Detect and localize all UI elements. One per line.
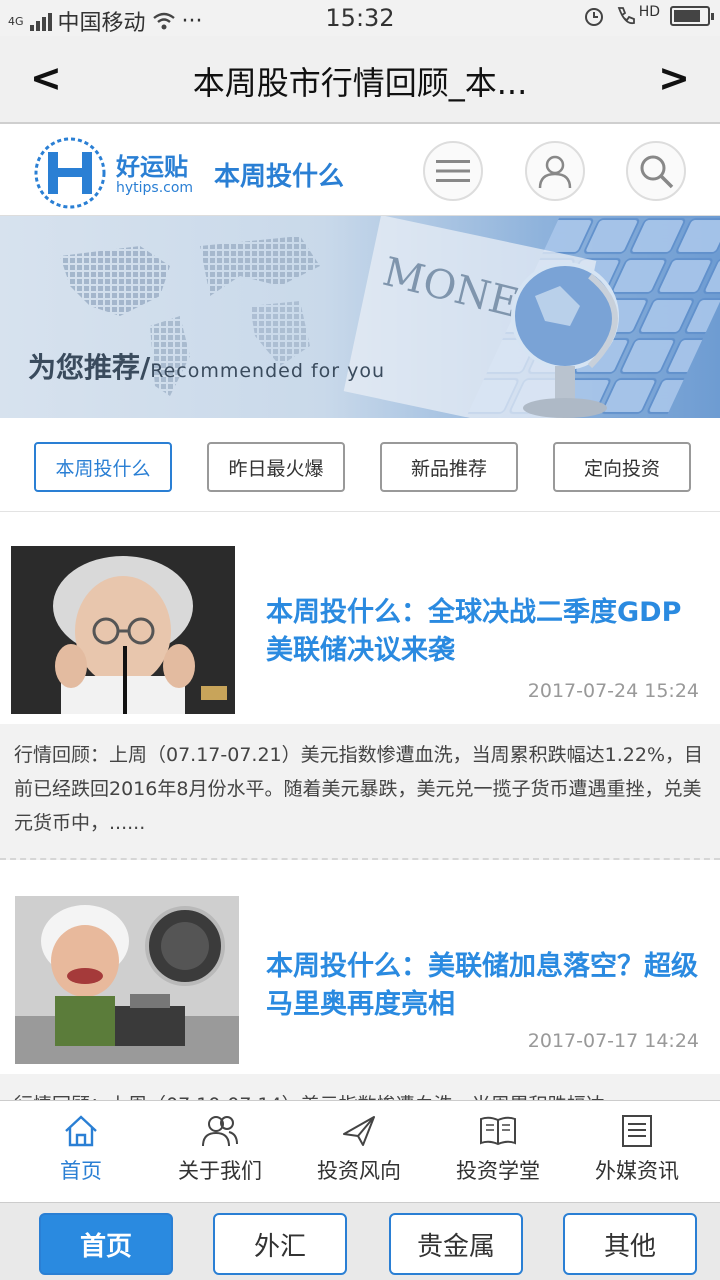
article-title[interactable]: 本周投什么：全球决战二季度GDP美联储决议来袭 — [266, 594, 706, 670]
banner-caption-en: Recommended for you — [150, 360, 386, 382]
nav-label: 外媒资讯 — [595, 1159, 679, 1183]
nav-item-about[interactable]: 关于我们 — [155, 1111, 285, 1185]
market-button-bar: 首页 外汇 贵金属 其他 — [0, 1202, 720, 1280]
article-thumbnail[interactable] — [11, 546, 235, 714]
logo-name: 好运贴 — [116, 153, 188, 181]
nav-label: 投资学堂 — [456, 1159, 540, 1183]
banner-caption-cn: 为您推荐/ — [28, 351, 151, 384]
article-thumbnail[interactable] — [15, 896, 239, 1064]
tab-new-products[interactable]: 新品推荐 — [380, 442, 518, 492]
back-button[interactable]: < — [30, 58, 62, 98]
hd-indicator: HD — [638, 4, 660, 20]
user-button[interactable] — [525, 141, 585, 201]
category-tabs: 本周投什么 昨日最火爆 新品推荐 定向投资 — [0, 418, 720, 512]
article-date: 2017-07-24 15:24 — [527, 680, 699, 702]
logo-domain: hytips.com — [116, 180, 194, 196]
site-header: 好运贴 hytips.com 本周投什么 — [0, 124, 720, 216]
call-icon — [617, 7, 635, 25]
nav-label: 关于我们 — [178, 1159, 262, 1183]
battery-icon — [670, 6, 714, 26]
document-icon — [622, 1115, 652, 1147]
section-title: 本周投什么 — [214, 162, 345, 192]
user-icon — [538, 155, 572, 189]
tab-targeted-invest[interactable]: 定向投资 — [553, 442, 691, 492]
page-title: 本周股市行情回顾_本... — [192, 64, 528, 102]
search-icon — [640, 155, 674, 189]
article-summary: 行情回顾：上周（07.17-07.21）美元指数惨遭血洗，当周累积跌幅达1.22… — [0, 724, 720, 860]
menu-button[interactable] — [423, 141, 483, 201]
nav-label: 投资风向 — [317, 1159, 401, 1183]
recommend-banner[interactable]: MONEY 为您推荐/Recommended for you — [0, 216, 720, 418]
book-icon — [480, 1116, 516, 1146]
logo-text[interactable]: 好运贴 hytips.com — [116, 154, 193, 196]
home-icon — [65, 1115, 97, 1147]
nav-item-trend[interactable]: 投资风向 — [294, 1111, 424, 1185]
precious-metals-button[interactable]: 贵金属 — [389, 1213, 523, 1275]
title-bar: < 本周股市行情回顾_本... > — [0, 36, 720, 124]
nav-item-foreign-news[interactable]: 外媒资讯 — [572, 1111, 702, 1185]
paper-plane-icon — [343, 1116, 375, 1146]
banner-caption: 为您推荐/Recommended for you — [28, 346, 385, 386]
tab-yesterday-hot[interactable]: 昨日最火爆 — [207, 442, 345, 492]
hamburger-menu-icon — [436, 160, 470, 182]
nav-item-academy[interactable]: 投资学堂 — [433, 1111, 563, 1185]
article-title[interactable]: 本周投什么：美联储加息落空？超级马里奥再度亮相 — [266, 948, 706, 1024]
site-logo[interactable] — [30, 136, 110, 210]
nav-item-home[interactable]: 首页 — [16, 1111, 146, 1185]
people-icon — [202, 1116, 238, 1147]
status-right: HD — [583, 4, 714, 27]
article-date: 2017-07-17 14:24 — [527, 1030, 699, 1052]
article-item[interactable]: 本周投什么：全球决战二季度GDP美联储决议来袭 2017-07-24 15:24… — [0, 546, 720, 862]
forward-button[interactable]: > — [658, 58, 690, 98]
other-button[interactable]: 其他 — [563, 1213, 697, 1275]
home-market-button[interactable]: 首页 — [39, 1213, 173, 1275]
article-item[interactable]: 本周投什么：美联储加息落空？超级马里奥再度亮相 2017-07-17 14:24… — [0, 896, 720, 1134]
tab-weekly-invest[interactable]: 本周投什么 — [34, 442, 172, 492]
search-button[interactable] — [626, 141, 686, 201]
alarm-icon — [584, 8, 603, 26]
status-bar: 4G 中国移动 ··· 15:32 HD — [0, 0, 720, 36]
nav-label: 首页 — [60, 1159, 102, 1183]
forex-button[interactable]: 外汇 — [213, 1213, 347, 1275]
bottom-navigation: 首页 关于我们 投资风向 投资学堂 外媒资讯 — [0, 1100, 720, 1202]
world-map-graphic: MONEY — [60, 216, 720, 418]
